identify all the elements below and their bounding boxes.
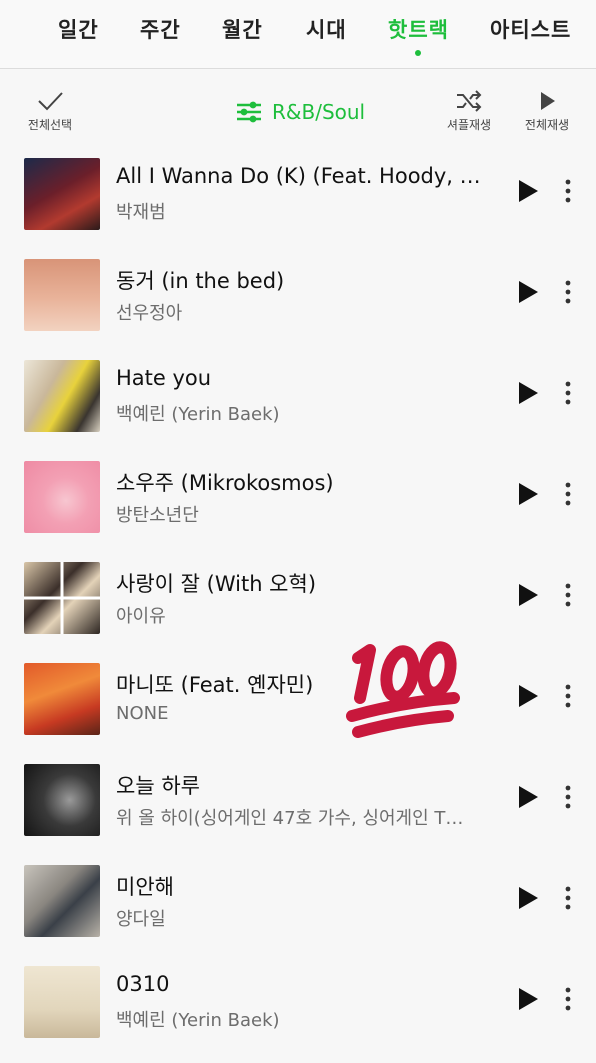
song-row[interactable]: 0310 백예린 (Yerin Baek) [0, 962, 596, 1063]
more-options-icon[interactable] [558, 178, 578, 204]
more-options-icon[interactable] [558, 380, 578, 406]
shuffle-play-button[interactable]: 셔플재생 [440, 90, 498, 133]
song-row[interactable]: 미안해 양다일 [0, 861, 596, 962]
tab-hot-track[interactable]: 핫트랙 [388, 14, 449, 44]
more-options-icon[interactable] [558, 582, 578, 608]
song-title: Hate you [116, 366, 212, 390]
chart-tab-bar: 일간 주간 월간 시대 핫트랙 아티스트 [0, 0, 596, 69]
album-art [24, 865, 100, 937]
active-tab-indicator [415, 50, 421, 56]
song-row[interactable]: 마니또 (Feat. 옌자민) NONE [0, 659, 596, 760]
song-row[interactable]: 동거 (in the bed) 선우정아 [0, 255, 596, 356]
more-options-icon[interactable] [558, 683, 578, 709]
genre-filter-button[interactable]: R&B/Soul [236, 100, 365, 124]
more-options-icon[interactable] [558, 885, 578, 911]
play-icon[interactable] [517, 279, 539, 305]
song-artist: 백예린 (Yerin Baek) [116, 1010, 280, 1031]
filter-sliders-icon [237, 101, 261, 123]
song-row[interactable]: 오늘 하루 위 올 하이(싱어게인 47호 가수, 싱어게인 TOP10) [0, 760, 596, 861]
song-title: 동거 (in the bed) [116, 269, 285, 293]
play-icon[interactable] [517, 178, 539, 204]
song-title: 소우주 (Mikrokosmos) [116, 471, 334, 495]
list-toolbar: 전체선택 R&B/Soul 셔플재생 전체재생 [0, 82, 596, 144]
song-artist: 위 올 하이(싱어게인 47호 가수, 싱어게인 TOP10) [116, 808, 476, 829]
song-row[interactable]: 사랑이 잘 (With 오혁) 아이유 [0, 558, 596, 659]
hundred-points-emoji-icon [346, 641, 460, 738]
song-title: 오늘 하루 [116, 774, 200, 798]
play-icon[interactable] [517, 885, 539, 911]
song-artist: 선우정아 [116, 303, 183, 324]
album-art [24, 360, 100, 432]
song-artist: 백예린 (Yerin Baek) [116, 404, 280, 425]
album-art [24, 461, 100, 533]
album-art [24, 562, 100, 634]
play-icon [541, 92, 555, 110]
tab-daily[interactable]: 일간 [58, 14, 99, 44]
song-artist: 방탄소년단 [116, 505, 199, 526]
song-artist: 박재범 [116, 202, 166, 223]
album-art [24, 158, 100, 230]
song-artist: 아이유 [116, 606, 166, 627]
album-art [24, 663, 100, 735]
play-icon[interactable] [517, 683, 539, 709]
album-art [24, 259, 100, 331]
shuffle-play-label: 셔플재생 [446, 118, 492, 132]
tab-weekly[interactable]: 주간 [140, 14, 181, 44]
play-icon[interactable] [517, 380, 539, 406]
song-artist: 양다일 [116, 909, 166, 930]
song-title: 미안해 [116, 875, 174, 899]
shuffle-icon [457, 90, 482, 112]
checkmark-icon [38, 92, 63, 111]
play-icon[interactable] [517, 481, 539, 507]
more-options-icon[interactable] [558, 986, 578, 1012]
song-row[interactable]: All I Wanna Do (K) (Feat. Hoody, Loco) 박… [0, 154, 596, 255]
tab-artist[interactable]: 아티스트 [490, 14, 571, 44]
select-all-button[interactable]: 전체선택 [22, 90, 78, 133]
play-all-label: 전체재생 [524, 118, 570, 132]
album-art [24, 966, 100, 1038]
play-icon[interactable] [517, 582, 539, 608]
song-title: 사랑이 잘 (With 오혁) [116, 572, 317, 596]
album-art [24, 764, 100, 836]
more-options-icon[interactable] [558, 279, 578, 305]
song-row[interactable]: Hate you 백예린 (Yerin Baek) [0, 356, 596, 457]
song-row[interactable]: 소우주 (Mikrokosmos) 방탄소년단 [0, 457, 596, 558]
genre-label: R&B/Soul [272, 100, 366, 124]
more-options-icon[interactable] [558, 481, 578, 507]
song-title: All I Wanna Do (K) (Feat. Hoody, Loco) [116, 164, 491, 188]
select-all-label: 전체선택 [27, 118, 73, 132]
play-icon[interactable] [517, 986, 539, 1012]
tab-era[interactable]: 시대 [306, 14, 347, 44]
play-icon[interactable] [517, 784, 539, 810]
song-title: 0310 [116, 972, 170, 996]
tab-monthly[interactable]: 월간 [222, 14, 263, 44]
more-options-icon[interactable] [558, 784, 578, 810]
play-all-button[interactable]: 전체재생 [518, 90, 576, 133]
